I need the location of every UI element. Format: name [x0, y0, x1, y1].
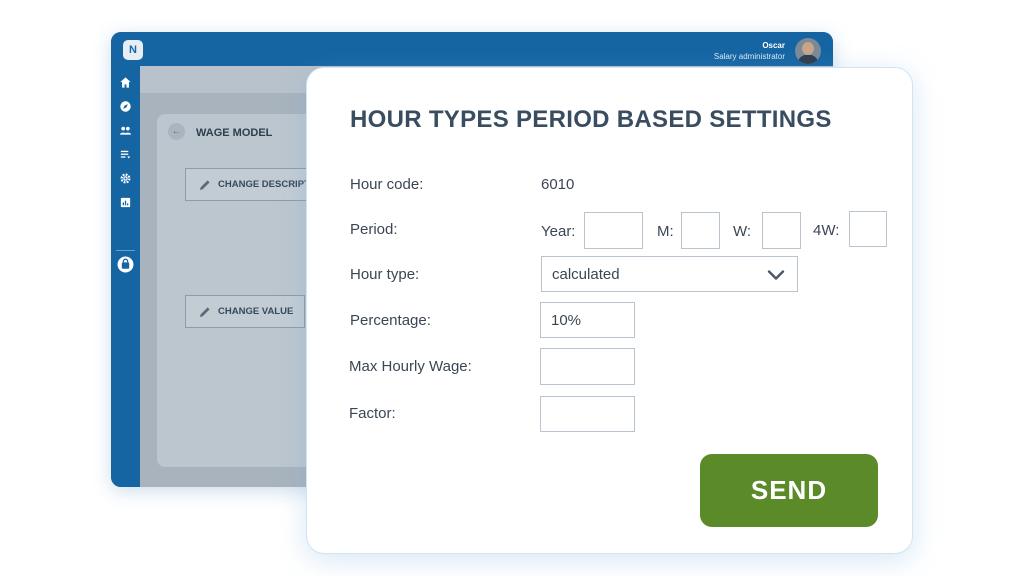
hour-code-value: 6010 [541, 176, 575, 193]
hour-type-label: Hour type: [350, 266, 420, 283]
sidebar [111, 66, 140, 487]
period-m-input[interactable] [681, 212, 720, 249]
factor-label: Factor: [349, 405, 396, 422]
home-icon[interactable] [119, 76, 132, 89]
send-button[interactable]: SEND [700, 454, 878, 527]
hour-type-value: calculated [552, 265, 620, 283]
max-hourly-wage-label: Max Hourly Wage: [349, 358, 472, 375]
period-year-input[interactable] [584, 212, 643, 249]
gear-icon[interactable] [119, 172, 132, 185]
change-value-button[interactable]: CHANGE VALUE [185, 295, 305, 328]
avatar[interactable] [795, 38, 821, 64]
logo-text: N [129, 44, 137, 56]
avatar-body [798, 55, 818, 64]
users-icon[interactable] [119, 124, 132, 137]
change-value-label: CHANGE VALUE [218, 306, 294, 317]
back-arrow-icon[interactable]: ← [168, 123, 185, 140]
percentage-input[interactable]: 10% [540, 302, 635, 338]
user-name: Oscar [762, 41, 785, 50]
hour-code-label: Hour code: [350, 176, 424, 193]
card-title: WAGE MODEL [196, 127, 273, 139]
percentage-label: Percentage: [350, 312, 431, 329]
max-hourly-wage-input[interactable] [540, 348, 635, 385]
sidebar-divider [116, 250, 135, 251]
period-w-label: W: [733, 223, 752, 240]
modal-title: HOUR TYPES PERIOD BASED SETTINGS [350, 106, 832, 133]
factor-input[interactable] [540, 396, 635, 432]
period-4w-label: 4W: [813, 222, 840, 239]
list-icon[interactable] [119, 148, 132, 161]
avatar-head [802, 42, 814, 55]
user-role: Salary administrator [713, 52, 785, 61]
chevron-down-icon [767, 270, 785, 280]
hour-types-settings-modal: HOUR TYPES PERIOD BASED SETTINGS Hour co… [306, 67, 913, 554]
hour-type-select[interactable]: calculated [541, 256, 798, 292]
period-label: Period: [350, 221, 398, 238]
period-year-label: Year: [541, 223, 576, 240]
compass-icon[interactable] [119, 100, 132, 113]
period-4w-input[interactable] [849, 211, 887, 247]
period-w-input[interactable] [762, 212, 801, 249]
pencil-icon [200, 306, 210, 317]
app-logo[interactable]: N [123, 40, 143, 60]
pencil-icon [200, 179, 210, 190]
report-icon[interactable] [119, 196, 132, 209]
top-bar: N Oscar Salary administrator [111, 32, 833, 66]
period-m-label: M: [657, 223, 674, 240]
bag-icon[interactable] [117, 256, 134, 273]
